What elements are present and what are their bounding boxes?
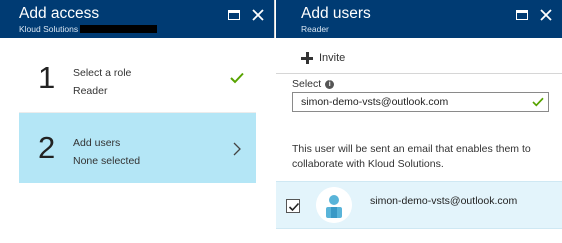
plus-icon bbox=[301, 52, 313, 64]
steps-panel: 1 Select a role Reader 2 Add users None … bbox=[0, 38, 275, 243]
subtitle-text: Kloud Solutions bbox=[19, 24, 79, 34]
add-users-panel: Invite Select i simon-demo-vsts@outlook.… bbox=[276, 38, 562, 243]
blade-title: Add access bbox=[19, 5, 100, 22]
maximize-icon[interactable] bbox=[226, 7, 242, 23]
add-users-blade: Add users Reader Invite Select i simon-d… bbox=[276, 0, 562, 243]
check-icon bbox=[230, 72, 244, 84]
user-checkbox[interactable] bbox=[286, 199, 300, 213]
info-icon[interactable]: i bbox=[325, 79, 335, 89]
select-input-value: simon-demo-vsts@outlook.com bbox=[301, 96, 449, 108]
step-value: Reader bbox=[73, 85, 108, 97]
blade-header: Add access Kloud Solutions bbox=[0, 0, 274, 38]
add-access-blade: Add access Kloud Solutions 1 Select a ro… bbox=[0, 0, 275, 243]
user-avatar-icon bbox=[316, 187, 352, 223]
avatar bbox=[316, 187, 352, 223]
redaction-bar bbox=[80, 25, 158, 33]
maximize-icon[interactable] bbox=[514, 7, 530, 23]
close-icon[interactable] bbox=[250, 7, 266, 23]
blade-title: Add users bbox=[301, 5, 371, 22]
blade-subtitle: Reader bbox=[301, 24, 329, 34]
select-label: Select i bbox=[292, 78, 335, 90]
user-result-row[interactable]: simon-demo-vsts@outlook.com bbox=[276, 181, 562, 229]
step-label: Select a role bbox=[73, 67, 132, 79]
invite-button[interactable]: Invite bbox=[301, 50, 345, 66]
blade-subtitle: Kloud Solutions bbox=[19, 24, 158, 34]
chevron-right-icon bbox=[233, 142, 241, 156]
close-icon[interactable] bbox=[538, 7, 554, 23]
step-select-role[interactable]: 1 Select a role Reader bbox=[19, 43, 256, 113]
divider bbox=[276, 73, 562, 74]
step-label: Add users bbox=[73, 137, 121, 149]
step-number: 1 bbox=[38, 60, 56, 95]
checkbox-check-icon bbox=[288, 202, 300, 212]
step-value: None selected bbox=[73, 155, 141, 167]
check-icon bbox=[532, 97, 544, 107]
select-label-text: Select bbox=[292, 78, 322, 90]
select-input[interactable]: simon-demo-vsts@outlook.com bbox=[292, 92, 549, 112]
user-email: simon-demo-vsts@outlook.com bbox=[370, 195, 518, 207]
invite-label: Invite bbox=[319, 52, 346, 64]
step-number: 2 bbox=[38, 130, 56, 165]
step-add-users[interactable]: 2 Add users None selected bbox=[19, 113, 256, 183]
blade-header: Add users Reader bbox=[276, 0, 562, 38]
invite-description: This user will be sent an email that ena… bbox=[292, 143, 531, 170]
